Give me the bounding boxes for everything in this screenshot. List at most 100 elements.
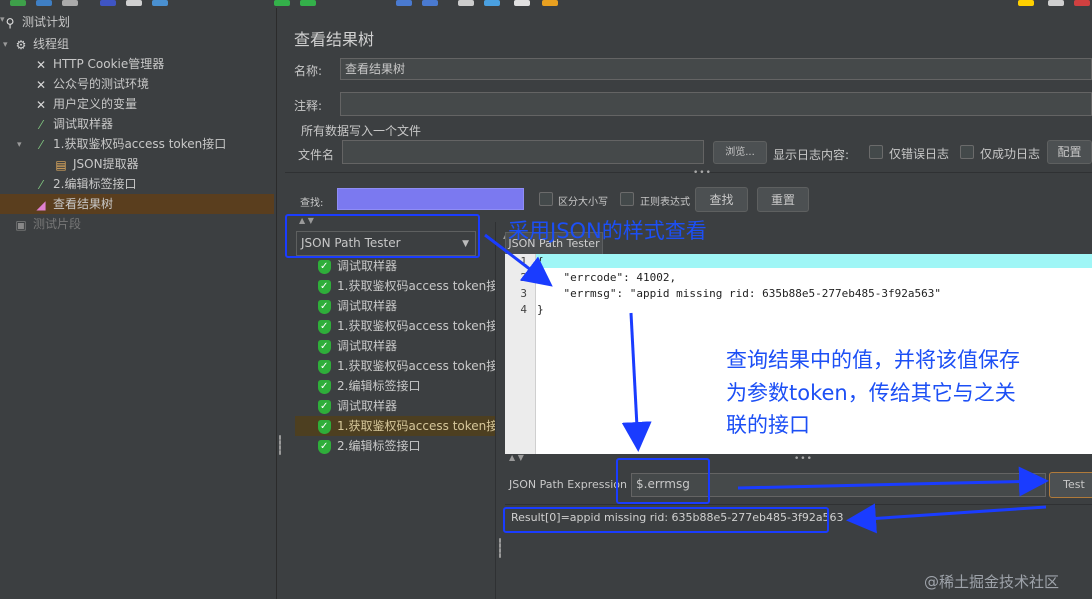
log-content-label: 显示日志内容: — [773, 148, 850, 162]
list-item[interactable]: 1.获取鉴权码access token接口 — [295, 356, 495, 376]
pipette-icon: ⁄ — [39, 117, 42, 132]
filename-input[interactable] — [342, 140, 704, 164]
list-item-label: 1.获取鉴权码access token接口 — [337, 279, 495, 293]
drag-handle-icon[interactable]: ••• — [693, 168, 712, 178]
start-icon[interactable] — [274, 0, 290, 6]
tree-item-label: 公众号的测试环境 — [53, 77, 150, 91]
reset-button[interactable]: 重置 — [757, 187, 809, 212]
save-icon[interactable] — [100, 0, 116, 6]
tree-item-test-plan[interactable]: ⚲ 测试计划 — [2, 12, 70, 32]
list-item-label: 1.获取鉴权码access token接口 — [337, 359, 495, 373]
regex-label: 正则表达式 — [640, 197, 690, 208]
function-helper-icon[interactable] — [514, 0, 530, 6]
tree-item-test-env[interactable]: ✕ 公众号的测试环境 — [33, 74, 149, 94]
pipette-icon: ⁄ — [39, 177, 42, 192]
tree-item-cookie-manager[interactable]: ✕ HTTP Cookie管理器 — [33, 54, 164, 74]
comment-input[interactable] — [340, 92, 1092, 116]
annotation-query-line3: 联的接口 — [726, 413, 810, 437]
tree-item-json-extractor[interactable]: ▤ JSON提取器 — [53, 154, 138, 174]
code-line: } — [537, 303, 544, 316]
tree-item-result-tree[interactable]: ◢ 查看结果树 — [0, 194, 274, 214]
test-plan-tree: ▾ ⚲ 测试计划 ▾ ⚙ 线程组 ✕ HTTP Cookie管理器 ✕ 公众号的测试环境… — [0, 8, 276, 599]
clear-all-icon[interactable] — [422, 0, 438, 6]
find-button[interactable]: 查找 — [695, 187, 748, 212]
list-item[interactable]: 调试取样器 — [295, 256, 495, 277]
split-arrows-icon[interactable]: ▲ ▼ — [509, 453, 524, 462]
test-button[interactable]: Test — [1049, 472, 1092, 498]
reset-search-icon[interactable] — [484, 0, 500, 6]
warning-icon[interactable] — [1018, 0, 1034, 6]
wrench-icon: ✕ — [35, 97, 47, 112]
success-only-label: 仅成功日志 — [980, 147, 1041, 161]
divider — [505, 504, 1092, 505]
collapse-arrow-icon[interactable]: ▾ — [17, 140, 22, 150]
help-icon[interactable] — [542, 0, 558, 6]
list-item[interactable]: 调试取样器 — [295, 296, 495, 317]
tree-item-label: 线程组 — [33, 37, 70, 51]
list-item-label: 2.编辑标签接口 — [337, 379, 421, 393]
new-icon[interactable] — [10, 0, 26, 6]
list-item-label: 调试取样器 — [337, 299, 398, 313]
tree-item-label: HTTP Cookie管理器 — [53, 57, 165, 71]
gear-icon: ⚙ — [15, 37, 27, 52]
open-icon[interactable] — [62, 0, 78, 6]
tree-item-user-variables[interactable]: ✕ 用户定义的变量 — [33, 94, 137, 114]
tree-item-label: 查看结果树 — [53, 197, 114, 211]
cut-icon[interactable] — [126, 0, 142, 6]
search-input[interactable] — [337, 188, 524, 210]
clear-icon[interactable] — [396, 0, 412, 6]
success-shield-icon — [318, 417, 331, 436]
log-icon[interactable] — [1074, 0, 1090, 6]
annotation-query-line2: 为参数token，传给其它与之关 — [726, 381, 1016, 405]
splitter-grip[interactable] — [499, 538, 501, 558]
list-item[interactable]: 2.编辑标签接口 — [295, 376, 495, 397]
tree-item-debug-sampler[interactable]: ⁄ 调试取样器 — [33, 114, 113, 134]
code-line: "errmsg": "appid missing rid: 635b88e5-2… — [537, 287, 941, 300]
tree-item-label: 1.获取鉴权码access token接口 — [53, 137, 227, 151]
expression-label: JSON Path Expression — [509, 478, 627, 491]
tree-item-label: 测试片段 — [33, 217, 82, 231]
tree-item-label: 用户定义的变量 — [53, 97, 138, 111]
annotation-box-expression — [616, 458, 710, 504]
code-line: "errcode": 41002, — [537, 271, 677, 284]
drag-handle-icon[interactable]: ••• — [794, 454, 813, 464]
tree-item-test-fragment[interactable]: ▣ 测试片段 — [13, 214, 81, 234]
list-item[interactable]: 调试取样器 — [295, 336, 495, 357]
list-item-label: 1.获取鉴权码access token接口 — [337, 419, 495, 433]
tree-splitter[interactable] — [276, 8, 285, 599]
list-item[interactable]: 调试取样器 — [295, 396, 495, 417]
list-item[interactable]: 2.编辑标签接口 — [295, 436, 495, 457]
copy-icon[interactable] — [152, 0, 168, 6]
case-sensitive-checkbox[interactable] — [539, 192, 553, 206]
list-item-selected[interactable]: 1.获取鉴权码access token接口 — [295, 416, 495, 436]
list-item[interactable]: 1.获取鉴权码access token接口 — [295, 276, 495, 296]
line-number: 4 — [520, 303, 527, 316]
start-no-pause-icon[interactable] — [300, 0, 316, 6]
name-input[interactable]: 查看结果树 — [340, 58, 1092, 80]
regex-checkbox[interactable] — [620, 192, 634, 206]
line-number: 1 — [520, 255, 527, 268]
comment-label: 注释: — [294, 99, 323, 113]
templates-icon[interactable] — [36, 0, 52, 6]
success-only-checkbox[interactable] — [960, 145, 974, 159]
list-divider[interactable] — [495, 222, 496, 599]
pipette-icon: ⁄ — [39, 137, 42, 152]
tree-item-access-token[interactable]: ⁄ 1.获取鉴权码access token接口 — [33, 134, 226, 154]
search-label: 查找: — [300, 198, 324, 209]
collapse-arrow-icon[interactable]: ▾ — [3, 40, 8, 50]
tree-item-thread-group[interactable]: ⚙ 线程组 — [13, 34, 69, 54]
configure-button[interactable]: 配置 — [1047, 140, 1092, 164]
success-shield-icon — [318, 277, 331, 296]
list-item-label: 2.编辑标签接口 — [337, 439, 421, 453]
success-shield-icon — [318, 317, 331, 336]
browse-button[interactable]: 浏览... — [713, 141, 767, 164]
errors-only-checkbox[interactable] — [869, 145, 883, 159]
search-icon[interactable] — [458, 0, 474, 6]
annotation-json-style: 采用JSON的样式查看 — [508, 219, 707, 243]
tree-item-edit-tag[interactable]: ⁄ 2.编辑标签接口 — [33, 174, 136, 194]
splitter-grip[interactable] — [279, 435, 281, 455]
code-line: { — [537, 255, 544, 268]
remote-icon[interactable] — [1048, 0, 1064, 6]
list-item[interactable]: 1.获取鉴权码access token接口 — [295, 316, 495, 336]
line-number: 2 — [520, 271, 527, 284]
